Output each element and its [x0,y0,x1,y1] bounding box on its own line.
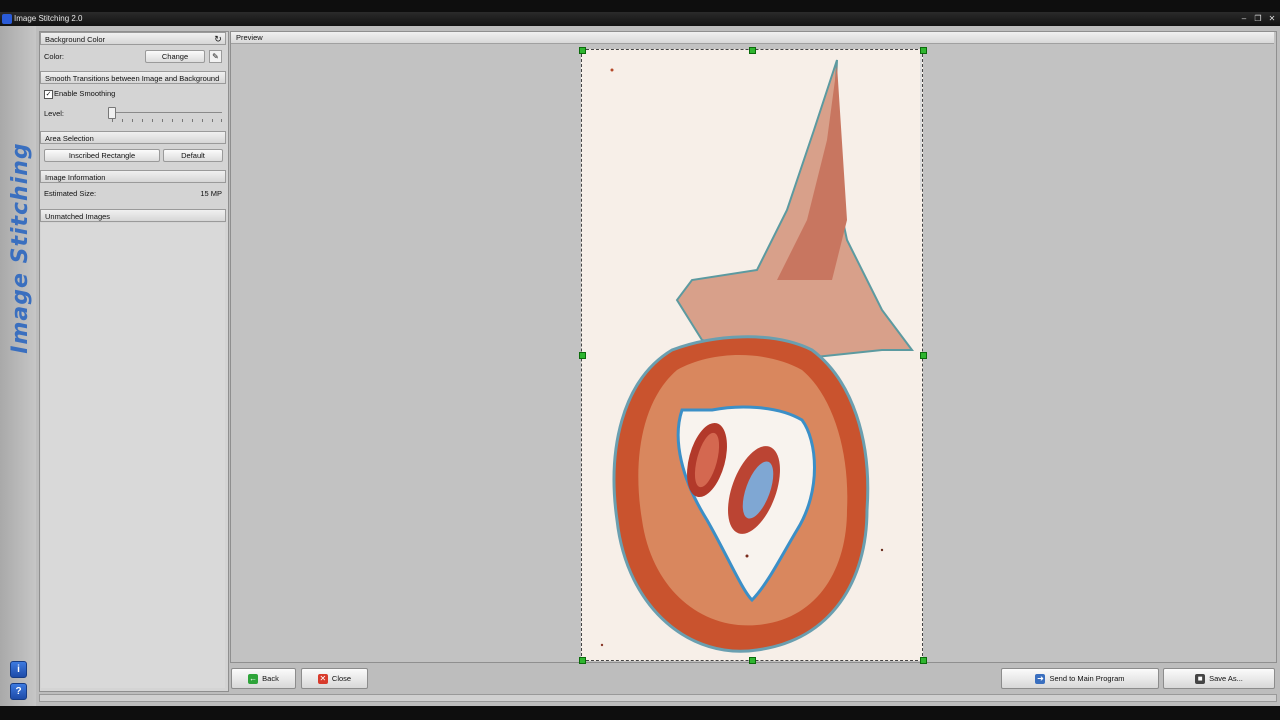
background-color-header: Background Color ↻ [40,32,226,45]
save-disk-icon: ■ [1195,674,1206,685]
brand-logo-text: Image Stitching [8,142,33,354]
inscribed-rectangle-button[interactable]: Inscribed Rectangle [44,149,160,162]
section-title: Background Color [45,35,106,44]
stitched-image[interactable] [581,49,923,661]
minimize-icon[interactable]: – [1238,13,1250,25]
send-icon: ➜ [1035,674,1046,685]
level-slider-track[interactable] [110,112,222,113]
image-information-header: Image Information [40,170,226,183]
crop-handle-top[interactable] [749,47,756,54]
close-button-label: Close [331,674,352,683]
estimated-size-value: 15 MP [200,189,222,198]
send-to-main-program-button[interactable]: ➜ Send to Main Program [1001,668,1159,689]
close-window-icon[interactable]: ✕ [1266,13,1278,25]
help-icon[interactable]: ? [10,683,27,700]
status-bar [39,694,1277,702]
unmatched-images-header: Unmatched Images [40,209,226,222]
settings-panel: Background Color ↻ Color: Change ✎ Smoot… [39,31,229,692]
info-icon[interactable]: i [10,661,27,678]
unmatched-images-list[interactable] [41,223,225,688]
brand-strip: Image Stitching i ? [0,26,36,706]
close-button[interactable]: ✕ Close [301,668,368,689]
crop-handle-bottom-left[interactable] [579,657,586,664]
refresh-icon[interactable]: ↻ [213,34,223,44]
restore-icon[interactable]: ❐ [1252,13,1264,25]
title-bar: Image Stitching 2.0 – ❐ ✕ [0,12,1280,26]
estimated-size-label: Estimated Size: [44,189,97,198]
window-title: Image Stitching 2.0 [14,14,83,23]
back-button[interactable]: ← Back [231,668,296,689]
eyedropper-icon[interactable]: ✎ [209,50,222,63]
crop-handle-top-left[interactable] [579,47,586,54]
crop-handle-bottom-right[interactable] [920,657,927,664]
save-as-button[interactable]: ■ Save As... [1163,668,1275,689]
preview-panel: Preview [230,31,1277,664]
smoothing-header: Smooth Transitions between Image and Bac… [40,71,226,84]
enable-smoothing-label: Enable Smoothing [54,89,116,98]
change-color-button[interactable]: Change [145,50,205,63]
save-button-label: Save As... [1209,674,1243,683]
crop-handle-right[interactable] [920,352,927,359]
crop-handle-top-right[interactable] [920,47,927,54]
back-arrow-icon: ← [248,674,259,685]
enable-smoothing-checkbox[interactable]: ✓ [44,90,53,99]
crop-handle-bottom[interactable] [749,657,756,664]
specimen-image [582,50,922,660]
app-window: Image Stitching i ? Background Color ↻ C… [0,26,1280,706]
preview-header: Preview [231,32,1274,44]
area-selection-header: Area Selection [40,131,226,144]
crop-handle-left[interactable] [579,352,586,359]
level-slider-thumb[interactable] [108,107,116,119]
image-scroll-indicator [920,50,922,190]
close-x-icon: ✕ [317,674,328,685]
app-icon [2,14,12,24]
back-button-label: Back [262,674,279,683]
default-button[interactable]: Default [163,149,223,162]
send-button-label: Send to Main Program [1049,674,1125,683]
level-label: Level: [44,109,65,118]
color-label: Color: [44,52,65,61]
